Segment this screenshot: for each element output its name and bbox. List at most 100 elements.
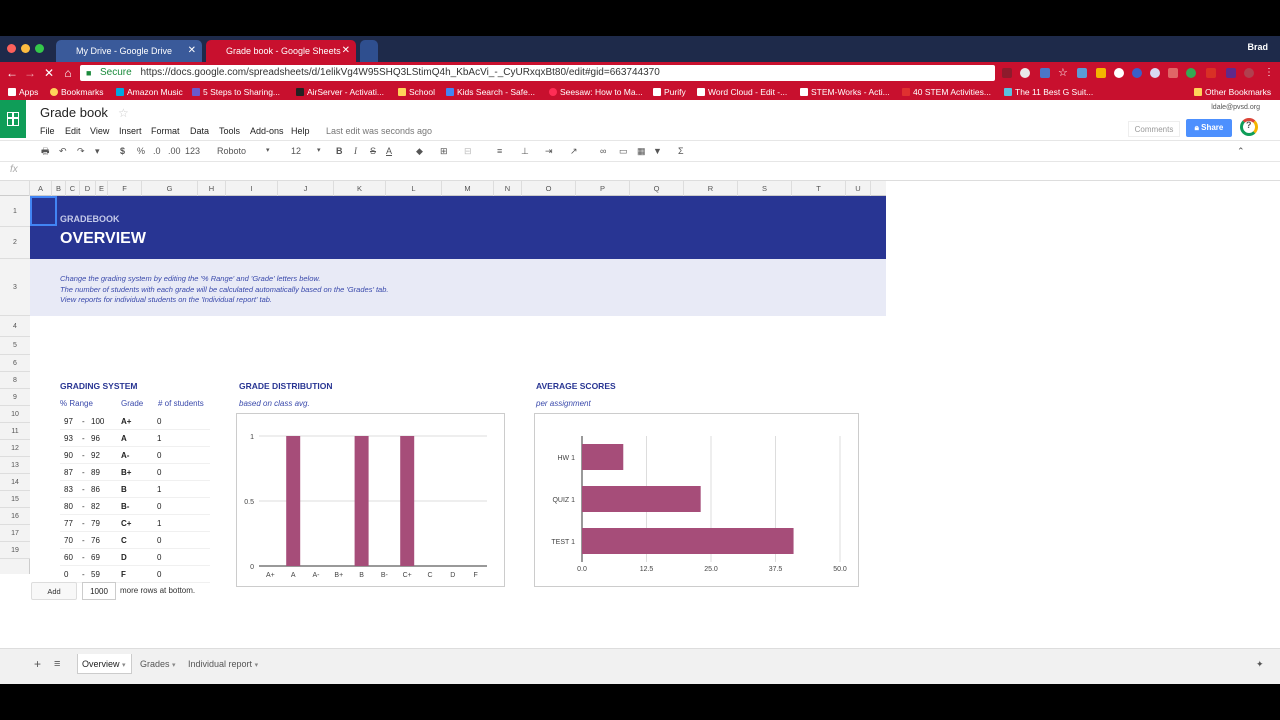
column-header-F[interactable]: F (108, 181, 142, 196)
extension-icon[interactable] (1002, 68, 1012, 78)
row-header-16[interactable]: 16 (0, 508, 30, 525)
all-sheets-icon[interactable]: ≡ (50, 654, 64, 674)
grade-row[interactable]: 60-69 D 0 (60, 549, 210, 566)
column-header-N[interactable]: N (494, 181, 522, 196)
bookmark-item[interactable]: Purify (653, 84, 686, 100)
forward-icon[interactable]: → (23, 65, 37, 81)
collapse-menus-icon[interactable]: ⌃ (1237, 145, 1245, 157)
menu-format[interactable]: Format (151, 126, 180, 136)
document-title[interactable]: Grade book (40, 105, 108, 120)
row-header-11[interactable]: 11 (0, 423, 30, 440)
bookmark-item[interactable]: Bookmarks (50, 84, 104, 100)
column-header-U[interactable]: U (846, 181, 871, 196)
vertical-align-icon[interactable]: ⊥ (521, 145, 529, 157)
row-header-19[interactable]: 19 (0, 542, 30, 559)
rows-count-input[interactable]: 1000 (82, 582, 116, 600)
extension-icon[interactable] (1168, 68, 1178, 78)
font-size-select[interactable]: 12 (291, 145, 301, 157)
column-header-Q[interactable]: Q (630, 181, 684, 196)
row-header-12[interactable]: 12 (0, 440, 30, 457)
select-all-corner[interactable] (0, 181, 30, 196)
column-header-M[interactable]: M (442, 181, 494, 196)
bookmark-item[interactable]: AirServer - Activati... (296, 84, 384, 100)
extension-icon[interactable] (1040, 68, 1050, 78)
bookmark-item[interactable]: Apps (8, 84, 38, 100)
italic-button[interactable]: I (354, 145, 357, 157)
bookmark-item[interactable]: Amazon Music (116, 84, 183, 100)
menu-help[interactable]: Help (291, 126, 310, 136)
column-header-O[interactable]: O (522, 181, 576, 196)
bookmark-item[interactable]: 40 STEM Activities... (902, 84, 991, 100)
row-header-9[interactable]: 9 (0, 389, 30, 406)
text-wrapping-icon[interactable]: ⇥ (545, 145, 553, 157)
column-header-K[interactable]: K (334, 181, 386, 196)
row-header-3[interactable]: 3 (0, 259, 30, 316)
decrease-decimal-button[interactable]: .0 (153, 145, 161, 157)
selected-cell[interactable] (30, 196, 57, 226)
menu-tools[interactable]: Tools (219, 126, 240, 136)
merge-cells-icon[interactable]: ⊟ (464, 145, 472, 157)
functions-icon[interactable]: Σ (678, 145, 684, 157)
strikethrough-button[interactable]: S (370, 145, 376, 157)
back-icon[interactable]: ← (5, 65, 19, 81)
row-header-15[interactable]: 15 (0, 491, 30, 508)
column-header-S[interactable]: S (738, 181, 792, 196)
row-header-10[interactable]: 10 (0, 406, 30, 423)
print-icon[interactable]: 🖶 (41, 145, 50, 157)
grade-row[interactable]: 90-92 A- 0 (60, 447, 210, 464)
average-scores-chart[interactable]: 0.0 12.5 25.0 37.5 50.0 HW 1 QUIZ 1 TEST 1 (534, 413, 859, 587)
redo-icon[interactable]: ↷ (77, 145, 85, 157)
font-select[interactable]: Roboto (217, 145, 272, 157)
sheets-logo-icon[interactable] (0, 100, 26, 138)
new-tab-button[interactable] (360, 40, 378, 62)
menu-add-ons[interactable]: Add-ons (250, 126, 284, 136)
add-rows-button[interactable]: Add (31, 582, 77, 600)
bold-button[interactable]: B (336, 145, 343, 157)
column-header-H[interactable]: H (198, 181, 226, 196)
browser-tab-sheets[interactable]: Grade book - Google Sheets ✕ (206, 40, 356, 62)
bookmark-star-icon[interactable]: ☆ (1058, 68, 1068, 79)
tab-grades[interactable]: Grades ▾ (136, 654, 182, 674)
other-bookmarks[interactable]: Other Bookmarks (1194, 84, 1271, 100)
bookmark-item[interactable]: 5 Steps to Sharing... (192, 84, 280, 100)
sheet-content[interactable]: GRADEBOOK OVERVIEW Change the grading sy… (30, 196, 886, 587)
text-color-button[interactable]: A (386, 145, 392, 157)
grade-row[interactable]: 97-100 A+ 0 (60, 413, 210, 430)
extension-icon[interactable] (1020, 68, 1030, 78)
row-header-5[interactable]: 5 (0, 337, 30, 355)
minimize-window-icon[interactable] (21, 44, 30, 53)
close-tab-icon[interactable]: ✕ (188, 40, 196, 62)
column-header-J[interactable]: J (278, 181, 334, 196)
column-header-T[interactable]: T (792, 181, 846, 196)
column-header-L[interactable]: L (386, 181, 442, 196)
column-header-A[interactable]: A (30, 181, 52, 196)
grade-distribution-chart[interactable]: 0 0.5 1 A+ A A- B+ B B- C+ C D F (236, 413, 505, 587)
bookmark-item[interactable]: School (398, 84, 435, 100)
grade-row[interactable]: 87-89 B+ 0 (60, 464, 210, 481)
star-icon[interactable]: ☆ (118, 106, 129, 120)
column-header-P[interactable]: P (576, 181, 630, 196)
share-button[interactable]: 🔒︎ Share (1186, 119, 1232, 137)
paint-format-icon[interactable]: ▾ (95, 145, 100, 157)
currency-format-button[interactable]: $ (120, 145, 125, 157)
home-icon[interactable]: ⌂ (61, 65, 75, 81)
menu-insert[interactable]: Insert (119, 126, 142, 136)
bookmark-item[interactable]: Word Cloud - Edit -... (697, 84, 787, 100)
extension-icon[interactable] (1077, 68, 1087, 78)
browser-tab-drive[interactable]: My Drive - Google Drive ✕ (56, 40, 202, 62)
extension-icon[interactable] (1114, 68, 1124, 78)
column-header-I[interactable]: I (226, 181, 278, 196)
menu-data[interactable]: Data (190, 126, 209, 136)
insert-chart-icon[interactable]: ▦ (637, 145, 646, 157)
row-header-1[interactable]: 1 (0, 196, 30, 227)
maximize-window-icon[interactable] (35, 44, 44, 53)
insert-comment-icon[interactable]: ▭ (619, 145, 628, 157)
row-header-17[interactable]: 17 (0, 525, 30, 542)
extension-icon[interactable] (1096, 68, 1106, 78)
column-header-C[interactable]: C (66, 181, 80, 196)
grade-row[interactable]: 93-96 A 1 (60, 430, 210, 447)
close-window-icon[interactable] (7, 44, 16, 53)
column-header-G[interactable]: G (142, 181, 198, 196)
row-header-8[interactable]: 8 (0, 372, 30, 389)
grade-row[interactable]: 70-76 C 0 (60, 532, 210, 549)
